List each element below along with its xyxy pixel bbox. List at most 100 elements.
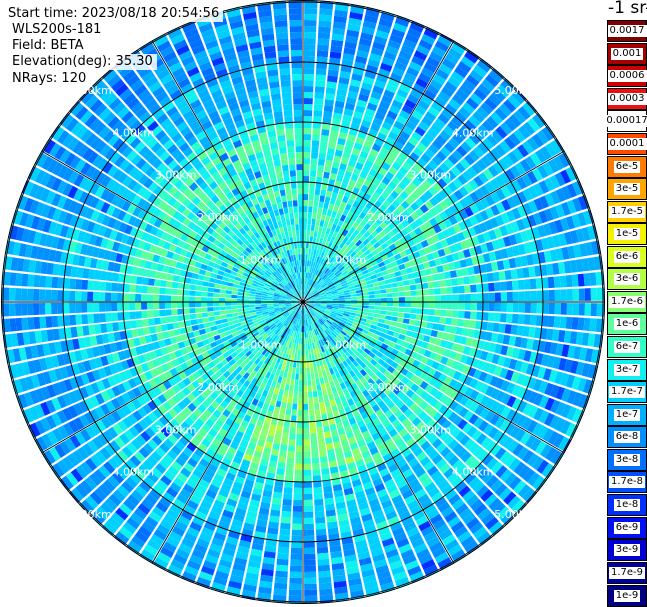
beta-cell (299, 266, 302, 273)
beta-cell (392, 307, 399, 312)
beta-cell (303, 355, 306, 362)
beta-cell (295, 367, 300, 374)
beta-cell (324, 400, 331, 408)
beta-cell (293, 391, 298, 398)
beta-cell (195, 291, 202, 297)
beta-cell (304, 266, 307, 273)
beta-cell (304, 583, 317, 590)
beta-cell (160, 272, 168, 280)
beta-cell (317, 564, 331, 572)
beta-cell (308, 403, 314, 410)
beta-cell (303, 385, 308, 392)
beta-cell (291, 68, 303, 75)
beta-cell (578, 303, 585, 316)
beta-cell (292, 80, 303, 87)
beta-cell (39, 316, 47, 329)
beta-cell (277, 50, 290, 58)
beta-cell (279, 528, 291, 536)
beta-cell (275, 26, 288, 34)
beta-cell (286, 402, 292, 410)
beta-cell (273, 437, 281, 445)
beta-cell (51, 276, 59, 289)
beta-cell (281, 505, 292, 512)
beta-cell (220, 318, 228, 324)
beta-cell (309, 182, 316, 189)
beta-cell (328, 203, 335, 211)
beta-cell (207, 302, 214, 307)
beta-cell (294, 218, 299, 225)
beta-cell (310, 158, 318, 165)
beta-cell (249, 307, 256, 311)
beta-cell (272, 491, 283, 499)
beta-cell (303, 194, 309, 201)
beta-cell (304, 589, 318, 596)
beta-cell (476, 302, 483, 311)
beta-cell (303, 230, 307, 237)
beta-cell (368, 302, 375, 306)
beta-cell (356, 305, 363, 308)
beta-cell (270, 142, 278, 150)
beta-cell (135, 302, 142, 311)
beta-cell (219, 310, 226, 315)
beta-cell (153, 310, 160, 318)
beta-cell (291, 373, 296, 380)
beta-cell (307, 373, 311, 380)
beta-cell (319, 8, 333, 16)
beta-cell (312, 390, 318, 398)
beta-cell (318, 14, 332, 22)
beta-cell (530, 302, 537, 314)
beta-cell (368, 309, 375, 313)
beta-cell (422, 302, 429, 309)
beta-cell (93, 291, 100, 302)
beta-cell (99, 302, 106, 312)
beta-cell (427, 315, 435, 323)
beta-cell (237, 311, 245, 316)
beta-cell (325, 215, 331, 222)
beta-cell (141, 302, 148, 310)
beta-cell (303, 224, 307, 231)
beta-cell (304, 20, 317, 27)
beta-cell (310, 427, 317, 434)
beta-cell (290, 553, 302, 560)
beta-cell (309, 236, 314, 243)
beta-cell (112, 272, 120, 282)
beta-cell (303, 188, 309, 195)
beta-cell (523, 314, 531, 325)
beta-cell (216, 274, 223, 280)
beta-cell (208, 282, 215, 288)
beta-cell (300, 254, 303, 260)
beta-cell (308, 355, 313, 362)
beta-cell (292, 92, 303, 99)
beta-cell (281, 195, 287, 203)
beta-cell (289, 433, 296, 440)
beta-cell (271, 99, 282, 107)
beta-cell (590, 303, 597, 317)
beta-cell (191, 272, 199, 280)
beta-cell (207, 297, 214, 302)
beta-cell (276, 171, 283, 179)
beta-cell (313, 487, 323, 494)
beta-cell (296, 176, 303, 183)
beta-cell (289, 170, 296, 177)
beta-cell (279, 407, 286, 415)
beta-cell (290, 379, 295, 386)
beta-cell (295, 224, 299, 231)
beta-cell (285, 188, 292, 196)
beta-cell (278, 389, 284, 396)
beta-cell (326, 387, 333, 395)
beta-cell (498, 323, 506, 334)
beta-cell (159, 280, 167, 287)
beta-cell (287, 451, 295, 458)
beta-cell (291, 224, 296, 231)
beta-cell (202, 317, 209, 323)
beta-cell (261, 304, 268, 307)
beta-cell (105, 282, 112, 292)
beta-cell (304, 571, 317, 578)
beta-cell (189, 313, 197, 320)
beta-cell (81, 302, 88, 313)
ppi-scan-plot: 1.00km 1.00km1.00km1.00km2.00km 2.00km2.00… (1, 0, 605, 604)
beta-cell (87, 302, 94, 313)
beta-cell (280, 152, 288, 160)
beta-cell (310, 373, 315, 380)
beta-cell (203, 276, 211, 282)
